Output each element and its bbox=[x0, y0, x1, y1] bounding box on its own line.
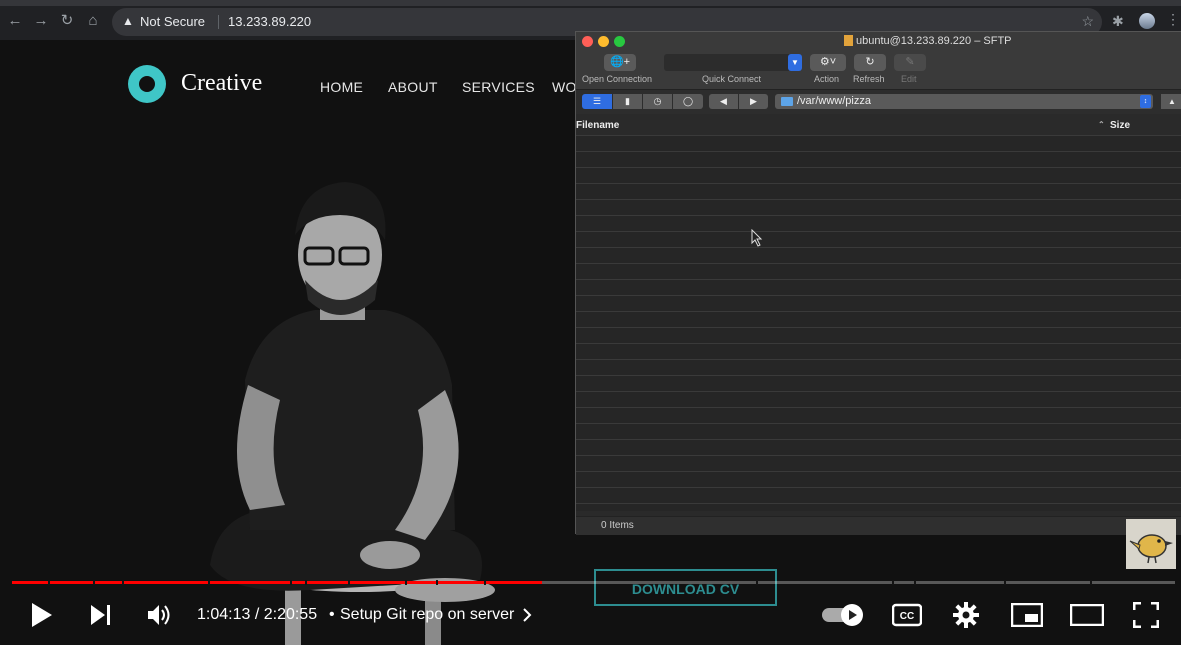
chevron-right-icon[interactable] bbox=[522, 607, 532, 623]
reload-icon[interactable]: ↻ bbox=[58, 12, 76, 30]
column-size[interactable]: Size bbox=[1110, 120, 1130, 131]
warning-icon: ▲ bbox=[122, 14, 134, 28]
autoplay-toggle[interactable] bbox=[822, 603, 866, 627]
divider bbox=[218, 15, 219, 29]
sort-ascending-icon: ⌃ bbox=[1098, 120, 1105, 129]
chevron-updown-icon[interactable]: ↕ bbox=[1140, 95, 1151, 108]
nav-home[interactable]: HOME bbox=[320, 79, 363, 95]
chapter-marker bbox=[348, 580, 350, 585]
star-icon[interactable]: ☆ bbox=[1081, 13, 1094, 30]
open-connection-label: Open Connection bbox=[582, 74, 653, 84]
url-text[interactable]: 13.233.89.220 bbox=[228, 14, 311, 29]
chapter-marker bbox=[756, 580, 758, 585]
current-path: /var/www/pizza bbox=[797, 95, 871, 107]
brand-name[interactable]: Creative bbox=[181, 70, 262, 97]
miniplayer-icon[interactable] bbox=[1011, 603, 1043, 627]
nav-services[interactable]: SERVICES bbox=[462, 79, 535, 95]
chapter-marker bbox=[122, 580, 124, 585]
tab-strip bbox=[0, 0, 1181, 6]
video-progress-played[interactable] bbox=[12, 581, 542, 584]
chapter-marker bbox=[436, 580, 438, 585]
bookmarks-icon[interactable]: ▮ bbox=[613, 94, 642, 109]
item-count: 0 Items bbox=[601, 520, 634, 531]
history-icon[interactable]: ◷ bbox=[643, 94, 672, 109]
document-icon bbox=[844, 35, 853, 46]
refresh-label: Refresh bbox=[853, 74, 885, 84]
back-icon[interactable]: ← bbox=[6, 12, 24, 30]
chapter-marker bbox=[305, 580, 307, 585]
profile-avatar[interactable] bbox=[1139, 13, 1155, 29]
open-connection-button[interactable]: 🌐+ bbox=[604, 54, 636, 71]
chapter-marker bbox=[1004, 580, 1006, 585]
file-list[interactable] bbox=[576, 136, 1181, 511]
up-directory-icon[interactable]: ▲ bbox=[1161, 94, 1181, 109]
chapter-marker bbox=[1090, 580, 1092, 585]
play-icon[interactable] bbox=[30, 602, 54, 628]
chapter-marker bbox=[48, 580, 50, 585]
close-window-icon[interactable] bbox=[582, 36, 593, 47]
file-list-header: Filename ⌃ Size bbox=[576, 116, 1181, 136]
quick-connect-label: Quick Connect bbox=[702, 74, 762, 84]
chapter-marker bbox=[208, 580, 210, 585]
refresh-icon: ↻ bbox=[865, 56, 875, 68]
home-icon[interactable]: ⌂ bbox=[84, 12, 102, 30]
nav-about[interactable]: ABOUT bbox=[388, 79, 438, 95]
extensions-icon[interactable]: ✱ bbox=[1112, 13, 1124, 30]
next-icon[interactable] bbox=[90, 604, 112, 626]
forward-icon[interactable]: → bbox=[32, 12, 50, 30]
theater-mode-icon[interactable] bbox=[1070, 604, 1104, 626]
mouse-cursor-icon bbox=[751, 229, 763, 247]
refresh-button[interactable]: ↻ bbox=[854, 54, 886, 71]
security-label[interactable]: Not Secure bbox=[140, 14, 205, 29]
forward-arrow-icon[interactable]: ▶ bbox=[739, 94, 768, 109]
path-selector[interactable]: /var/www/pizza ↕ bbox=[775, 94, 1153, 109]
time-display: 1:04:13 / 2:20:55 bbox=[197, 606, 318, 623]
gear-icon: ⚙˅ bbox=[819, 56, 837, 68]
edit-label: Edit bbox=[901, 74, 917, 84]
window-title: ubuntu@13.233.89.220 – SFTP bbox=[856, 35, 1012, 47]
volume-icon[interactable] bbox=[147, 603, 173, 627]
separator-dot: • bbox=[329, 606, 335, 623]
captions-icon[interactable]: CC bbox=[892, 603, 922, 627]
bird-logo-icon bbox=[1126, 519, 1176, 569]
minimize-window-icon[interactable] bbox=[598, 36, 609, 47]
maximize-window-icon[interactable] bbox=[614, 36, 625, 47]
window-titlebar[interactable]: ubuntu@13.233.89.220 – SFTP bbox=[576, 32, 1181, 51]
action-button[interactable]: ⚙˅ bbox=[810, 54, 846, 71]
fullscreen-icon[interactable] bbox=[1133, 602, 1159, 628]
browser-view-icon[interactable]: ☰ bbox=[582, 94, 612, 109]
sftp-window: ubuntu@13.233.89.220 – SFTP 🌐+ Open Conn… bbox=[575, 31, 1181, 535]
hero-portrait-image bbox=[210, 182, 495, 645]
column-filename[interactable]: Filename bbox=[576, 120, 619, 131]
globe-icon: 🌐+ bbox=[609, 56, 631, 68]
bonjour-icon[interactable]: ◯ bbox=[673, 94, 703, 109]
chapter-marker bbox=[484, 580, 486, 585]
nav-work[interactable]: WO bbox=[552, 79, 577, 95]
chapter-title[interactable]: Setup Git repo on server bbox=[340, 606, 514, 624]
chapter-marker bbox=[914, 580, 916, 585]
chapter-marker bbox=[405, 580, 407, 585]
chapter-marker bbox=[892, 580, 894, 585]
back-arrow-icon[interactable]: ◀ bbox=[709, 94, 738, 109]
quick-connect-dropdown-icon[interactable]: ▼ bbox=[788, 54, 802, 71]
folder-icon bbox=[781, 97, 793, 106]
logo-icon[interactable] bbox=[128, 65, 166, 103]
download-cv-button[interactable]: DOWNLOAD CV bbox=[594, 569, 777, 606]
path-bar: ☰ ▮ ◷ ◯ ◀ ▶ /var/www/pizza ↕ ▲ bbox=[576, 90, 1181, 114]
menu-icon[interactable]: ⋮ bbox=[1166, 11, 1180, 28]
edit-button[interactable]: ✎ bbox=[894, 54, 926, 71]
svg-text:CC: CC bbox=[900, 611, 914, 622]
settings-gear-icon[interactable] bbox=[953, 602, 979, 628]
sftp-toolbar: 🌐+ Open Connection ▼ Quick Connect ⚙˅ Ac… bbox=[576, 51, 1181, 90]
quick-connect-field[interactable] bbox=[664, 54, 802, 71]
chapter-marker bbox=[93, 580, 95, 585]
action-label: Action bbox=[814, 74, 840, 84]
pencil-icon: ✎ bbox=[905, 56, 915, 68]
chapter-marker bbox=[290, 580, 292, 585]
status-bar: 0 Items bbox=[576, 516, 1181, 535]
